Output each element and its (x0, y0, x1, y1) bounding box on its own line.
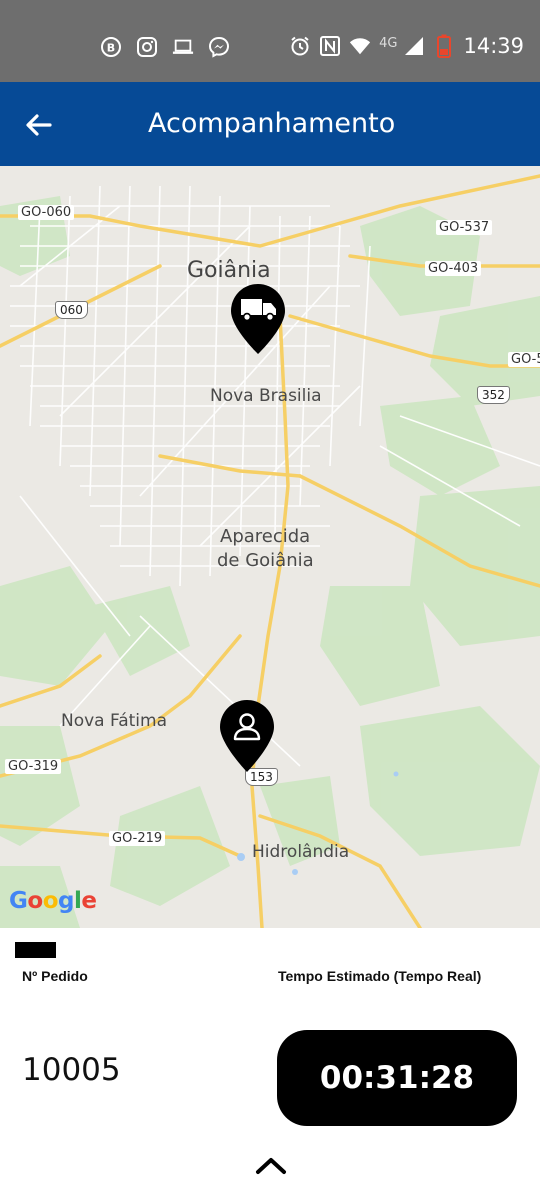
google-logo: Google (9, 888, 97, 914)
order-panel: Nº Pedido Tempo Estimado (Tempo Real) 10… (0, 928, 540, 1175)
road-060: 060 (55, 301, 88, 319)
signal-icon (403, 35, 425, 57)
map-view[interactable]: Goiânia Nova Brasilia Aparecida de Goiân… (0, 166, 540, 928)
arrow-left-icon[interactable] (22, 108, 56, 142)
status-bar: B 4G 14:39 (0, 0, 540, 82)
place-aparecida-line1: Aparecida (220, 526, 311, 547)
place-nova-fatima: Nova Fátima (61, 711, 168, 731)
clock: 14:39 (463, 34, 524, 58)
road-go403: GO-403 (425, 261, 482, 276)
order-number-value: 10005 (22, 1052, 121, 1088)
notification-icons: B (100, 36, 230, 58)
app-bar: Acompanhamento (0, 82, 540, 166)
road-go060: GO-060 (18, 205, 75, 220)
wifi-icon (349, 35, 371, 57)
battery-icon (433, 34, 455, 58)
estimated-time-label: Tempo Estimado (Tempo Real) (278, 968, 482, 984)
instagram-icon (136, 36, 158, 58)
nfc-icon (319, 35, 341, 57)
road-go5: GO-5 (508, 352, 540, 367)
timer-value: 00:31:28 (319, 1060, 475, 1096)
b-icon: B (100, 36, 122, 58)
page-title: Acompanhamento (148, 108, 396, 139)
laptop-icon (172, 36, 194, 58)
redaction-bar (15, 942, 56, 958)
place-aparecida-line2: de Goiânia (217, 550, 314, 571)
truck-marker[interactable] (229, 282, 287, 361)
place-hidrolandia: Hidrolândia (252, 842, 350, 862)
network-type: 4G (379, 35, 398, 51)
road-go319: GO-319 (5, 759, 62, 774)
order-number-label: Nº Pedido (22, 968, 88, 984)
timer-display: 00:31:28 (277, 1030, 517, 1126)
place-goiania: Goiânia (187, 258, 271, 283)
road-352: 352 (477, 386, 510, 404)
road-go537: GO-537 (436, 220, 493, 235)
alarm-icon (289, 35, 311, 57)
svg-text:B: B (107, 42, 115, 55)
messenger-icon (208, 36, 230, 58)
place-nova-brasilia: Nova Brasilia (210, 386, 322, 406)
road-go219: GO-219 (109, 831, 166, 846)
chevron-up-icon[interactable] (254, 1154, 288, 1176)
system-icons: 4G 14:39 (289, 34, 524, 58)
customer-marker[interactable] (218, 698, 276, 779)
